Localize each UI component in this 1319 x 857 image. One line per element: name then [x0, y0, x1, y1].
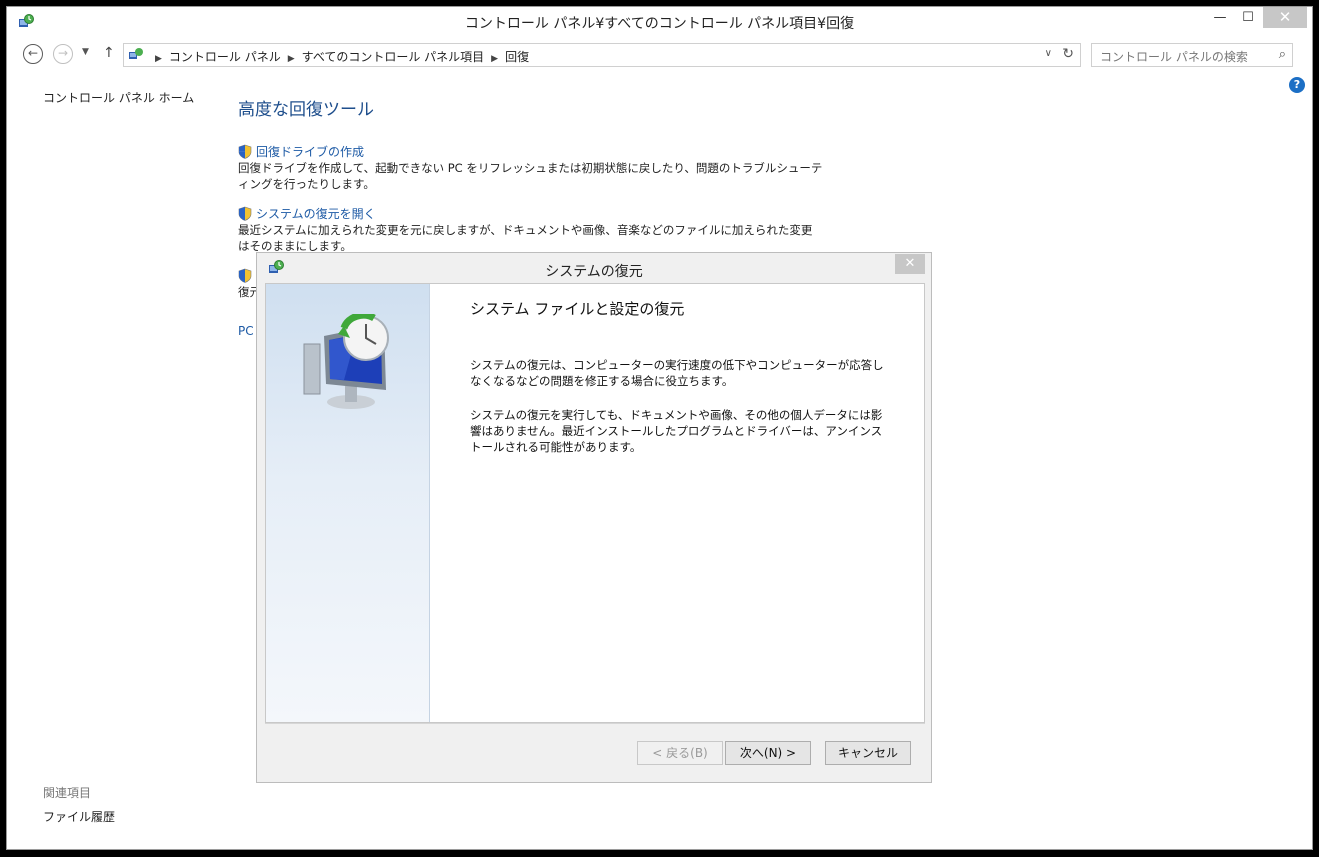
dialog-close-button[interactable]: ✕: [895, 254, 925, 274]
dialog-heading: システム ファイルと設定の復元: [470, 300, 685, 318]
address-bar[interactable]: ▶ コントロール パネル ▶ すべてのコントロール パネル項目 ▶ 回復 ∨ ↻: [123, 43, 1081, 67]
back-button[interactable]: ←: [23, 44, 43, 64]
dialog-title: システムの復元: [545, 264, 643, 280]
dialog-paragraph: システムの復元は、コンピューターの実行速度の低下やコンピューターが応答しなくなる…: [470, 358, 884, 388]
dialog-footer: < 戻る(B) 次へ(N) > キャンセル: [265, 723, 925, 775]
search-input[interactable]: コントロール パネルの検索 ⌕: [1091, 43, 1293, 67]
page-title: 高度な回復ツール: [238, 100, 374, 120]
breadcrumb-recovery[interactable]: 回復: [505, 50, 529, 64]
related-section: 関連項目 ファイル履歴: [43, 784, 115, 825]
left-nav: コントロール パネル ホーム: [43, 89, 194, 106]
link-label[interactable]: PC: [238, 324, 254, 338]
back-button[interactable]: < 戻る(B): [637, 741, 723, 765]
breadcrumb-all-items[interactable]: すべてのコントロール パネル項目: [302, 50, 485, 64]
maximize-button[interactable]: ☐: [1235, 7, 1261, 28]
next-button[interactable]: 次へ(N) >: [725, 741, 811, 765]
search-icon[interactable]: ⌕: [1279, 47, 1286, 62]
address-row: ← → ▼ ↑ ▶ コントロール パネル ▶ すべてのコントロール パネル項目 ▶ 回復 …: [7, 39, 1312, 69]
dialog-panel: システム ファイルと設定の復元 システムの復元は、コンピューターの実行速度の低下…: [265, 283, 925, 723]
list-item: 回復ドライブの作成 回復ドライブを作成して、起動できない PC をリフレッシュま…: [238, 142, 838, 192]
dialog-side-banner: [266, 284, 430, 722]
recent-locations-icon[interactable]: ▼: [82, 47, 89, 57]
system-restore-illustration-icon: [303, 314, 389, 409]
related-heading: 関連項目: [43, 786, 92, 800]
title-bar: コントロール パネル¥すべてのコントロール パネル項目¥回復 — ☐ ✕: [7, 7, 1312, 37]
chevron-right-icon[interactable]: ▶: [491, 54, 498, 64]
open-system-restore-link[interactable]: システムの復元を開く: [238, 204, 838, 222]
chevron-down-icon[interactable]: ∨: [1045, 48, 1052, 59]
item-description: 最近システムに加えられた変更を元に戻しますが、ドキュメントや画像、音楽などのファ…: [238, 223, 813, 253]
uac-shield-icon: [238, 144, 252, 159]
uac-shield-icon: [238, 206, 252, 221]
dialog-main: システム ファイルと設定の復元 システムの復元は、コンピューターの実行速度の低下…: [470, 298, 890, 473]
help-icon[interactable]: ?: [1289, 77, 1305, 93]
item-description: 回復ドライブを作成して、起動できない PC をリフレッシュまたは初期状態に戻した…: [238, 161, 823, 191]
dialog-paragraph: システムの復元を実行しても、ドキュメントや画像、その他の個人データには影響はあり…: [470, 408, 883, 454]
window-title: コントロール パネル¥すべてのコントロール パネル項目¥回復: [464, 16, 855, 32]
control-panel-home-link[interactable]: コントロール パネル ホーム: [43, 89, 194, 106]
list-item: システムの復元を開く 最近システムに加えられた変更を元に戻しますが、ドキュメント…: [238, 204, 838, 254]
up-button[interactable]: ↑: [103, 45, 115, 61]
link-label[interactable]: 回復ドライブの作成: [256, 143, 364, 160]
minimize-button[interactable]: —: [1207, 7, 1233, 28]
search-placeholder: コントロール パネルの検索: [1100, 50, 1248, 64]
forward-button[interactable]: →: [53, 44, 73, 64]
system-restore-dialog: システムの復元 ✕ システム ファイルと設定の復元 システムの復元は、コンピュー…: [256, 252, 932, 783]
refresh-icon[interactable]: ↻: [1062, 46, 1074, 62]
control-panel-icon: [129, 48, 143, 59]
link-label[interactable]: システムの復元を開く: [256, 205, 376, 222]
uac-shield-icon: [238, 268, 252, 283]
file-history-link[interactable]: ファイル履歴: [43, 808, 115, 825]
close-button[interactable]: ✕: [1263, 7, 1307, 28]
breadcrumb-control-panel[interactable]: コントロール パネル: [169, 50, 281, 64]
chevron-right-icon[interactable]: ▶: [288, 54, 295, 64]
breadcrumb: ▶ コントロール パネル ▶ すべてのコントロール パネル項目 ▶ 回復: [148, 48, 529, 65]
chevron-right-icon: ▶: [155, 54, 162, 64]
dialog-title-bar: システムの復元 ✕: [257, 253, 931, 283]
create-recovery-drive-link[interactable]: 回復ドライブの作成: [238, 142, 838, 160]
cancel-button[interactable]: キャンセル: [825, 741, 911, 765]
